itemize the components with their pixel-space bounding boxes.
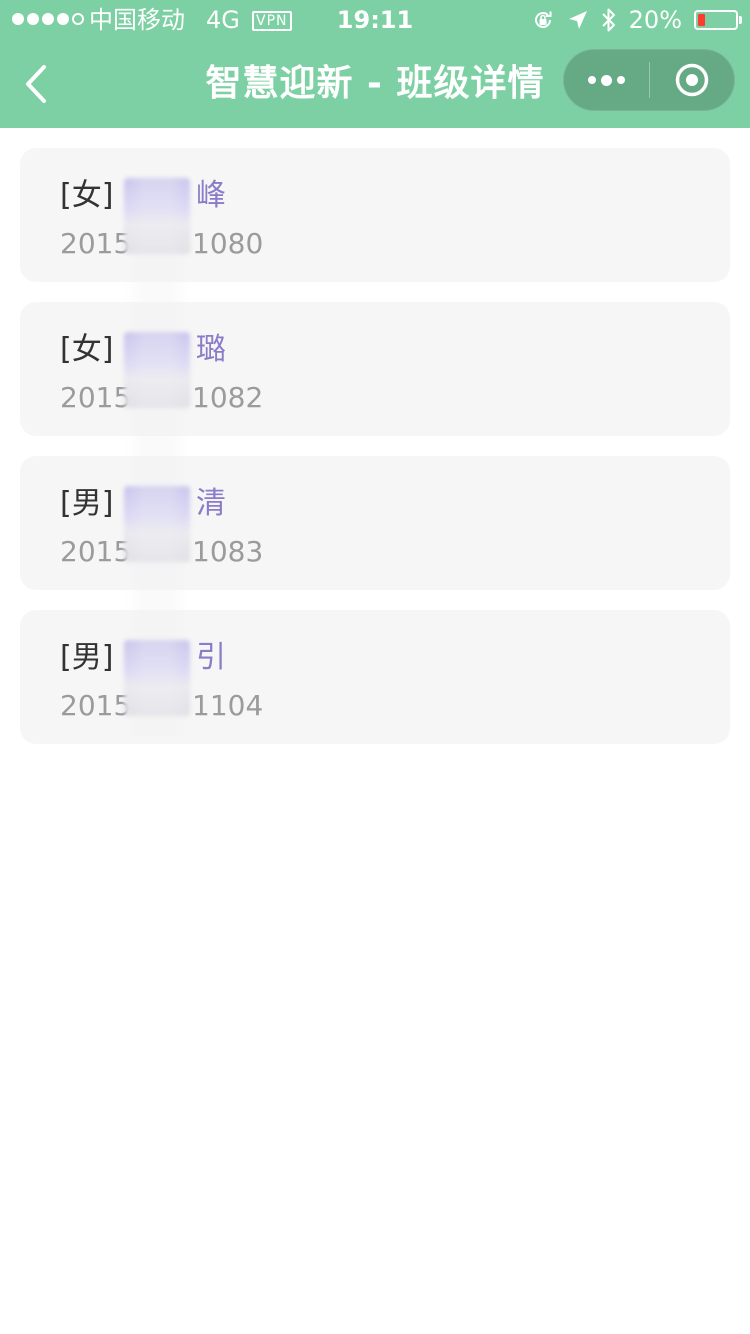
close-button[interactable] bbox=[650, 49, 735, 111]
mini-program-capsule bbox=[563, 49, 735, 111]
gender-label: [男] bbox=[60, 640, 114, 675]
student-id-suffix: 1083 bbox=[192, 535, 264, 568]
redaction-blur bbox=[124, 332, 190, 408]
student-card[interactable]: [女] 峰 2015 1080 bbox=[20, 148, 730, 282]
student-name: 清 bbox=[196, 486, 226, 521]
orientation-lock-icon bbox=[531, 8, 555, 32]
student-name: 峰 bbox=[196, 178, 226, 213]
student-card[interactable]: [女] 璐 2015 1082 bbox=[20, 302, 730, 436]
gender-label: [女] bbox=[60, 332, 114, 367]
page-title: 智慧迎新 - 班级详情 bbox=[205, 63, 545, 104]
nav-bar: 智慧迎新 - 班级详情 bbox=[0, 40, 750, 128]
student-id-prefix: 2015 bbox=[60, 381, 132, 414]
student-name-line: [女] 璐 bbox=[60, 330, 226, 370]
status-bar: 中国移动 4G VPN 19:11 20% bbox=[0, 0, 750, 40]
student-name: 引 bbox=[196, 640, 226, 675]
student-card[interactable]: [男] 引 2015 1104 bbox=[20, 610, 730, 744]
battery-percent: 20% bbox=[628, 6, 682, 34]
gender-label: [女] bbox=[60, 178, 114, 213]
student-id-suffix: 1104 bbox=[192, 689, 264, 722]
more-button[interactable] bbox=[564, 49, 649, 111]
status-right-group: 20% bbox=[531, 6, 742, 34]
redaction-blur bbox=[124, 640, 190, 716]
student-name-line: [男] 清 bbox=[60, 484, 226, 524]
student-id-prefix: 2015 bbox=[60, 535, 132, 568]
bluetooth-icon bbox=[601, 7, 617, 33]
location-arrow-icon bbox=[567, 9, 589, 31]
student-card[interactable]: [男] 清 2015 1083 bbox=[20, 456, 730, 590]
gender-label: [男] bbox=[60, 486, 114, 521]
redaction-blur bbox=[124, 178, 190, 254]
target-icon bbox=[675, 63, 708, 97]
app-header: 中国移动 4G VPN 19:11 20% 智慧迎新 - 班级详情 bbox=[0, 0, 750, 128]
battery-level bbox=[698, 14, 705, 26]
chevron-left-icon bbox=[26, 65, 46, 103]
student-name-line: [女] 峰 bbox=[60, 176, 226, 216]
student-id-prefix: 2015 bbox=[60, 227, 132, 260]
redaction-blur bbox=[124, 486, 190, 562]
student-id-suffix: 1080 bbox=[192, 227, 264, 260]
student-list: [女] 峰 2015 1080 [女] 璐 2015 1082 [男] 清 20… bbox=[20, 148, 730, 764]
student-name-line: [男] 引 bbox=[60, 638, 226, 678]
student-name: 璐 bbox=[196, 332, 226, 367]
more-dots-icon bbox=[587, 74, 625, 86]
back-button[interactable] bbox=[14, 58, 58, 110]
battery-icon bbox=[694, 10, 742, 30]
student-id-prefix: 2015 bbox=[60, 689, 132, 722]
student-id-suffix: 1082 bbox=[192, 381, 264, 414]
